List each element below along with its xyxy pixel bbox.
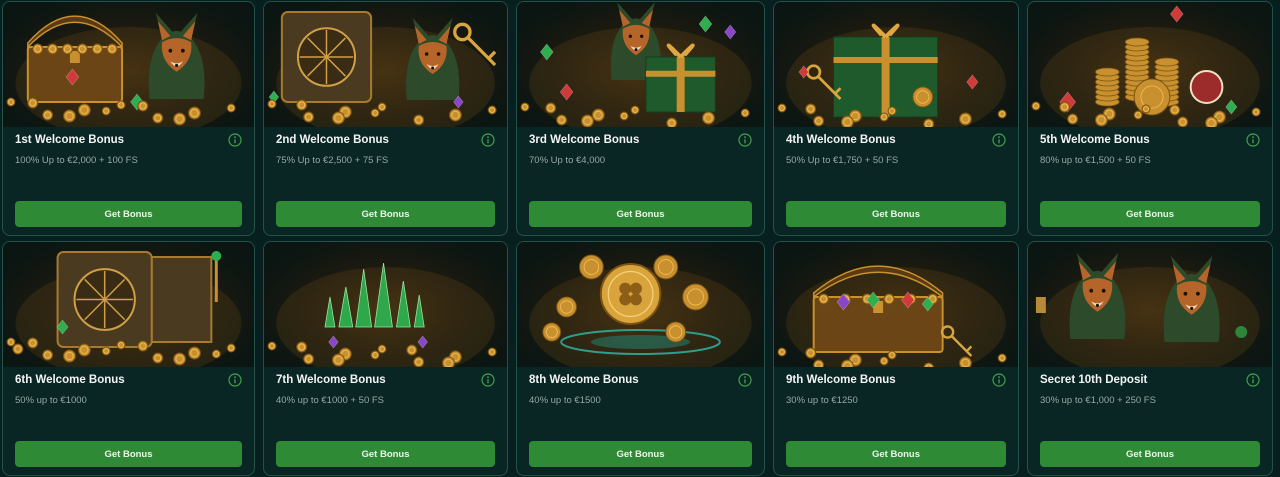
fox-treasure-chest-illustration [6,12,242,127]
bonus-title-row: 6th Welcome Bonus [15,373,242,392]
bonus-title-row: 9th Welcome Bonus [786,373,1006,392]
bonus-title: Secret 10th Deposit [1040,374,1148,386]
bonus-title-row: 5th Welcome Bonus [1040,133,1260,152]
bonus-title-row: 3rd Welcome Bonus [529,133,752,152]
bonus-title-row: 4th Welcome Bonus [786,133,1006,152]
bonus-title: 9th Welcome Bonus [786,374,896,386]
info-icon[interactable] [1246,373,1260,387]
info-icon[interactable] [738,373,752,387]
coin-stacks-gems-illustration [1031,5,1261,127]
get-bonus-button[interactable]: Get Bonus [1040,201,1260,227]
bonus-artwork [1028,242,1272,367]
bonus-card: 8th Welcome Bonus 40% up to €1500 Get Bonu… [516,241,765,476]
get-bonus-button[interactable]: Get Bonus [529,441,752,467]
info-icon[interactable] [228,373,242,387]
get-bonus-button[interactable]: Get Bonus [529,201,752,227]
bonus-artwork [774,242,1018,367]
bonus-offer-text: 75% Up to €2,500 + 75 FS [276,155,389,166]
bonus-artwork [1028,2,1272,127]
bonus-title-row: 1st Welcome Bonus [15,133,242,152]
get-bonus-button[interactable]: Get Bonus [1040,441,1260,467]
bonus-card: 1st Welcome Bonus 100% Up to €2,000 + 100… [2,1,255,236]
two-foxes-illustration [1035,252,1260,367]
bonus-offer-text: 40% up to €1500 [529,395,601,406]
info-icon[interactable] [1246,133,1260,147]
bonus-offer-text: 100% Up to €2,000 + 100 FS [15,155,138,166]
bonus-card: 7th Welcome Bonus 40% up to €1000 + 50 FS… [263,241,508,476]
bonus-title: 3rd Welcome Bonus [529,134,640,146]
fox-gift-box-illustration [520,2,752,127]
bonus-title: 2nd Welcome Bonus [276,134,389,146]
get-bonus-button[interactable]: Get Bonus [276,201,495,227]
bonus-card: 4th Welcome Bonus 50% Up to €1,750 + 50 F… [773,1,1019,236]
bonus-offer-text: 30% up to €1250 [786,395,858,406]
bonus-artwork [3,242,254,367]
clover-coins-portal-illustration [529,254,752,367]
bonus-card: Secret 10th Deposit 30% up to €1,000 + 25… [1027,241,1273,476]
fox-vault-key-illustration [267,11,497,127]
bonus-title-row: 2nd Welcome Bonus [276,133,495,152]
bonus-title-row: 7th Welcome Bonus [276,373,495,392]
info-icon[interactable] [738,133,752,147]
bonus-artwork [3,2,254,127]
bonus-card: 3rd Welcome Bonus 70% Up to €4,000 Get Bon… [516,1,765,236]
bonus-artwork [517,2,764,127]
bonus-grid: 1st Welcome Bonus 100% Up to €2,000 + 100… [0,0,1280,477]
bonus-card: 9th Welcome Bonus 30% up to €1250 Get Bonu… [773,241,1019,476]
bonus-artwork [517,242,764,367]
get-bonus-button[interactable]: Get Bonus [276,441,495,467]
bonus-artwork [264,2,507,127]
open-vault-coins-illustration [6,251,242,367]
bonus-card: 2nd Welcome Bonus 75% Up to €2,500 + 75 F… [263,1,508,236]
bonus-title: 6th Welcome Bonus [15,374,125,386]
bonus-offer-text: 70% Up to €4,000 [529,155,606,166]
info-icon[interactable] [992,133,1006,147]
get-bonus-button[interactable]: Get Bonus [786,201,1006,227]
bonus-title: 4th Welcome Bonus [786,134,896,146]
bonus-card: 6th Welcome Bonus 50% up to €1000 Get Bonu… [2,241,255,476]
bonus-title: 7th Welcome Bonus [276,374,386,386]
bonus-offer-text: 30% up to €1,000 + 250 FS [1040,395,1156,406]
get-bonus-button[interactable]: Get Bonus [15,201,242,227]
bonus-offer-text: 50% up to €1000 [15,395,87,406]
bonus-title-row: 8th Welcome Bonus [529,373,752,392]
get-bonus-button[interactable]: Get Bonus [786,441,1006,467]
open-treasure-chest-illustration [777,265,1007,367]
info-icon[interactable] [481,373,495,387]
bonus-artwork [264,242,507,367]
info-icon[interactable] [992,373,1006,387]
bonus-offer-text: 50% Up to €1,750 + 50 FS [786,155,899,166]
bonus-title: 1st Welcome Bonus [15,134,125,146]
emerald-crystals-illustration [267,262,497,367]
bonus-title-row: Secret 10th Deposit [1040,373,1260,392]
bonus-offer-text: 80% up to €1,500 + 50 FS [1040,155,1151,166]
gift-box-key-illustration [777,23,1007,127]
bonus-offer-text: 40% up to €1000 + 50 FS [276,395,385,406]
bonus-artwork [774,2,1018,127]
info-icon[interactable] [481,133,495,147]
info-icon[interactable] [228,133,242,147]
get-bonus-button[interactable]: Get Bonus [15,441,242,467]
bonus-title: 8th Welcome Bonus [529,374,639,386]
bonus-title: 5th Welcome Bonus [1040,134,1150,146]
bonus-card: 5th Welcome Bonus 80% up to €1,500 + 50 F… [1027,1,1273,236]
